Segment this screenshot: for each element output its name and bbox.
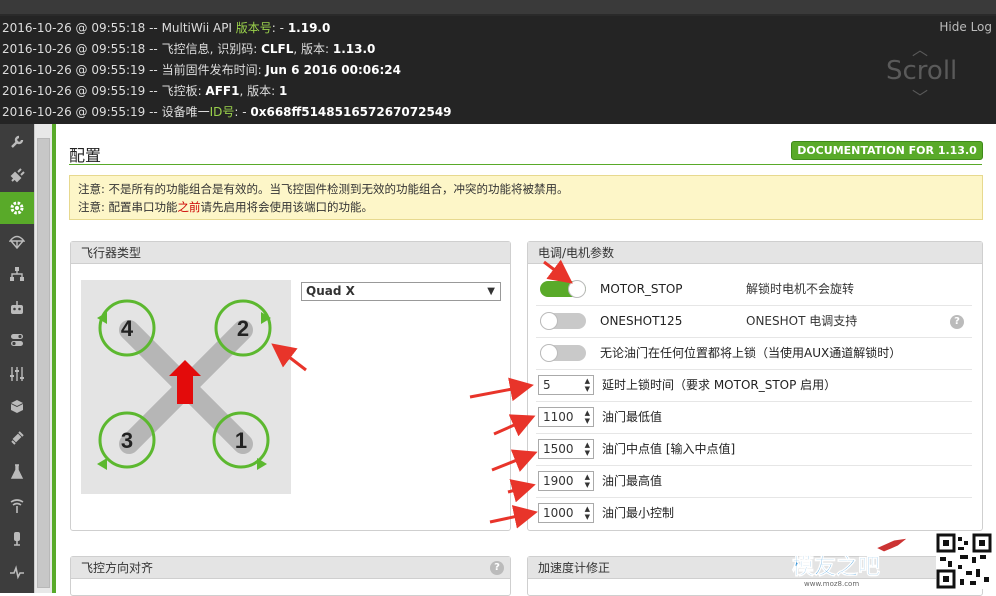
sidebar-item-servos[interactable]	[0, 390, 34, 422]
sidebar-item-motors[interactable]	[0, 456, 34, 488]
log-line: 2016-10-26 @ 09:55:19 -- 飞控板: AFF1, 版本: …	[2, 84, 288, 98]
watermark-url: www.moz8.com	[804, 580, 859, 588]
help-icon[interactable]: ?	[490, 561, 504, 575]
sidebar-item-cli[interactable]	[0, 556, 34, 588]
sidebar-item-gps[interactable]	[0, 422, 34, 454]
sidebar-item-configuration[interactable]	[0, 192, 34, 224]
satellite-icon	[11, 431, 24, 445]
input-label: 油门中点值 [输入中点值]	[602, 442, 736, 456]
toggle-description: ONESHOT 电调支持	[746, 314, 858, 328]
panel-title: 电调/电机参数	[528, 242, 982, 264]
cube-icon	[11, 400, 23, 413]
aircraft-type-select[interactable]: Quad X ▼	[301, 282, 501, 301]
disarm-any-throttle-row: 无论油门在任何位置都将上锁（当使用AUX通道解锁时）	[536, 338, 972, 370]
toggle-icon	[11, 334, 23, 346]
title-divider	[69, 164, 982, 165]
note-line: 注意: 配置串口功能之前请先启用将会使用该端口的功能。	[78, 200, 374, 214]
mid-throttle-input[interactable]: 1500 ▲ ▼	[538, 439, 594, 459]
parachute-icon	[9, 235, 25, 250]
input-label: 油门最高值	[602, 474, 663, 488]
dropdown-caret-icon: ▼	[487, 286, 495, 297]
esc-motor-panel: 电调/电机参数 MOTOR_STOP 解锁时电机不会旋转 ONESHOT125 …	[527, 241, 983, 531]
hide-log-link[interactable]: Hide Log	[939, 20, 992, 34]
motor-icon	[14, 532, 20, 546]
motor-stop-toggle[interactable]	[540, 280, 586, 298]
help-icon[interactable]: ?	[950, 315, 964, 329]
sidebar	[0, 124, 34, 593]
scrollbar-thumb[interactable]	[37, 138, 50, 588]
arm-delay-row: 5 ▲ ▼ 延时上锁时间（要求 MOTOR_STOP 启用）	[536, 370, 972, 402]
plug-icon	[10, 168, 25, 183]
scroll-indicator[interactable]: ︿ Scroll ﹀	[884, 40, 958, 110]
log-line: 2016-10-26 @ 09:55:18 -- 飞控信息, 识别码: CLFL…	[2, 42, 376, 56]
sidebar-item-ports[interactable]	[0, 160, 34, 192]
toggle-label: 无论油门在任何位置都将上锁（当使用AUX通道解锁时）	[600, 346, 902, 360]
panel-title: 飞行器类型	[71, 242, 510, 264]
page-title: 配置	[69, 146, 102, 165]
antenna-icon	[10, 499, 24, 513]
spinner-arrows-icon: ▲ ▼	[584, 505, 590, 521]
sidebar-scrollbar[interactable]	[34, 124, 52, 593]
robot-icon	[11, 301, 23, 314]
watermark-brand: 模友之吧	[792, 554, 880, 580]
qr-code	[936, 533, 992, 589]
wrench-icon	[11, 135, 24, 148]
motor-stop-row: MOTOR_STOP 解锁时电机不会旋转	[536, 274, 972, 306]
motor-label-3: 3	[121, 428, 133, 453]
log-panel: 2016-10-26 @ 09:55:18 -- MultiWii API 版本…	[0, 16, 996, 124]
sidebar-item-receiver[interactable]	[0, 292, 34, 324]
input-label: 油门最小控制	[602, 506, 675, 520]
log-line: 2016-10-26 @ 09:55:19 -- 当前固件发布时间: Jun 6…	[2, 63, 401, 77]
min-command-input[interactable]: 1000 ▲ ▼	[538, 503, 594, 523]
motor-label-1: 1	[235, 428, 247, 453]
pulse-icon	[10, 565, 24, 580]
watermark-logo: 模友之吧 www.moz8.com	[790, 530, 918, 590]
toggle-label: ONESHOT125	[600, 314, 683, 328]
max-throttle-row: 1900 ▲ ▼ 油门最高值	[536, 466, 972, 498]
mid-throttle-row: 1500 ▲ ▼ 油门中点值 [输入中点值]	[536, 434, 972, 466]
spinner-arrows-icon: ▲ ▼	[584, 377, 590, 393]
quad-x-diagram: 4 2 3 1	[81, 280, 291, 494]
min-throttle-input[interactable]: 1100 ▲ ▼	[538, 407, 594, 427]
spinner-arrows-icon: ▲ ▼	[584, 473, 590, 489]
max-throttle-input[interactable]: 1900 ▲ ▼	[538, 471, 594, 491]
log-line: 2016-10-26 @ 09:55:19 -- 设备唯一ID号: - 0x66…	[2, 105, 452, 119]
board-alignment-panel: 飞控方向对齐 ?	[70, 556, 511, 596]
motor-label-4: 4	[121, 316, 134, 341]
flask-icon	[10, 464, 24, 479]
log-line: 2016-10-26 @ 09:55:18 -- MultiWii API 版本…	[2, 21, 331, 35]
oneshot-row: ONESHOT125 ONESHOT 电调支持 ?	[536, 306, 972, 338]
sidebar-item-failsafe[interactable]	[0, 226, 34, 258]
warning-note: 注意: 不是所有的功能组合是有效的。当飞控固件检测到无效的功能组合，冲突的功能将…	[69, 175, 983, 220]
toggle-label: MOTOR_STOP	[600, 282, 683, 296]
panel-title: 飞控方向对齐	[71, 557, 510, 579]
gear-icon	[10, 201, 24, 215]
spinner-arrows-icon: ▲ ▼	[584, 441, 590, 457]
motor-label-2: 2	[237, 316, 249, 341]
note-line: 注意: 不是所有的功能组合是有效的。当飞控固件检测到无效的功能组合，冲突的功能将…	[78, 182, 569, 196]
min-command-row: 1000 ▲ ▼ 油门最小控制	[536, 498, 972, 530]
sidebar-item-adjustments[interactable]	[0, 358, 34, 390]
spinner-arrows-icon: ▲ ▼	[584, 409, 590, 425]
input-label: 油门最低值	[602, 410, 663, 424]
documentation-button[interactable]: DOCUMENTATION FOR 1.13.0	[791, 141, 983, 160]
input-label: 延时上锁时间（要求 MOTOR_STOP 启用）	[602, 378, 837, 392]
arm-delay-input[interactable]: 5 ▲ ▼	[538, 375, 594, 395]
chevron-down-icon: ﹀	[912, 88, 929, 107]
sidebar-item-osd[interactable]	[0, 490, 34, 522]
sidebar-item-blackbox[interactable]	[0, 522, 34, 554]
scroll-label: Scroll	[886, 56, 958, 86]
sliders-icon	[10, 367, 24, 381]
toggle-description: 解锁时电机不会旋转	[746, 282, 855, 296]
oneshot125-toggle[interactable]	[540, 312, 586, 330]
disarm-any-throttle-toggle[interactable]	[540, 344, 586, 362]
min-throttle-row: 1100 ▲ ▼ 油门最低值	[536, 402, 972, 434]
window-top-strip	[0, 0, 996, 16]
sidebar-item-pid[interactable]	[0, 258, 34, 290]
aircraft-type-panel: 飞行器类型 4 2 3 1 Quad X ▼	[70, 241, 511, 531]
sidebar-item-modes[interactable]	[0, 324, 34, 356]
main-content: 配置 DOCUMENTATION FOR 1.13.0 注意: 不是所有的功能组…	[56, 124, 996, 596]
network-icon	[10, 267, 24, 281]
sidebar-item-setup[interactable]	[0, 126, 34, 158]
